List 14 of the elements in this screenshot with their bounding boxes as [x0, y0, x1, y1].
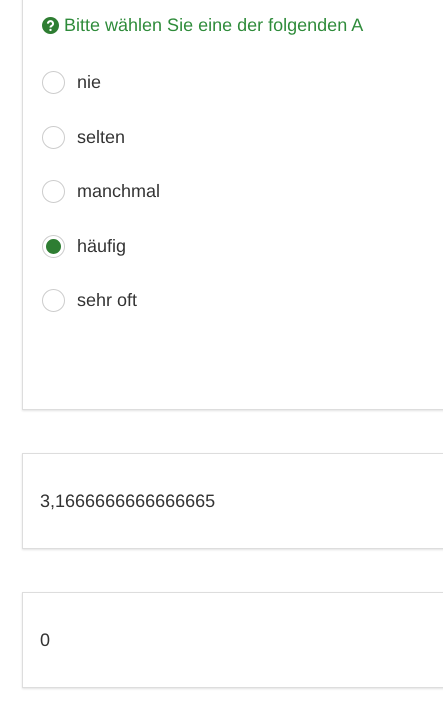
option-label[interactable]: manchmal [77, 179, 160, 204]
radio-button[interactable] [42, 126, 65, 148]
result-value: 3,1666666666666665 [40, 490, 216, 512]
radio-button[interactable] [42, 289, 65, 312]
radio-button[interactable] [42, 180, 65, 203]
question-prompt: Bitte wählen Sie eine der folgenden A [64, 15, 364, 36]
option-label[interactable]: selten [77, 124, 126, 150]
help-icon [42, 17, 59, 34]
radio-button[interactable] [42, 71, 65, 94]
option-label[interactable]: sehr oft [77, 288, 138, 313]
option-label[interactable]: nie [77, 70, 102, 95]
radio-button[interactable] [42, 234, 65, 258]
option-label[interactable]: häufig [77, 234, 126, 258]
result-value: 0 [40, 630, 50, 650]
